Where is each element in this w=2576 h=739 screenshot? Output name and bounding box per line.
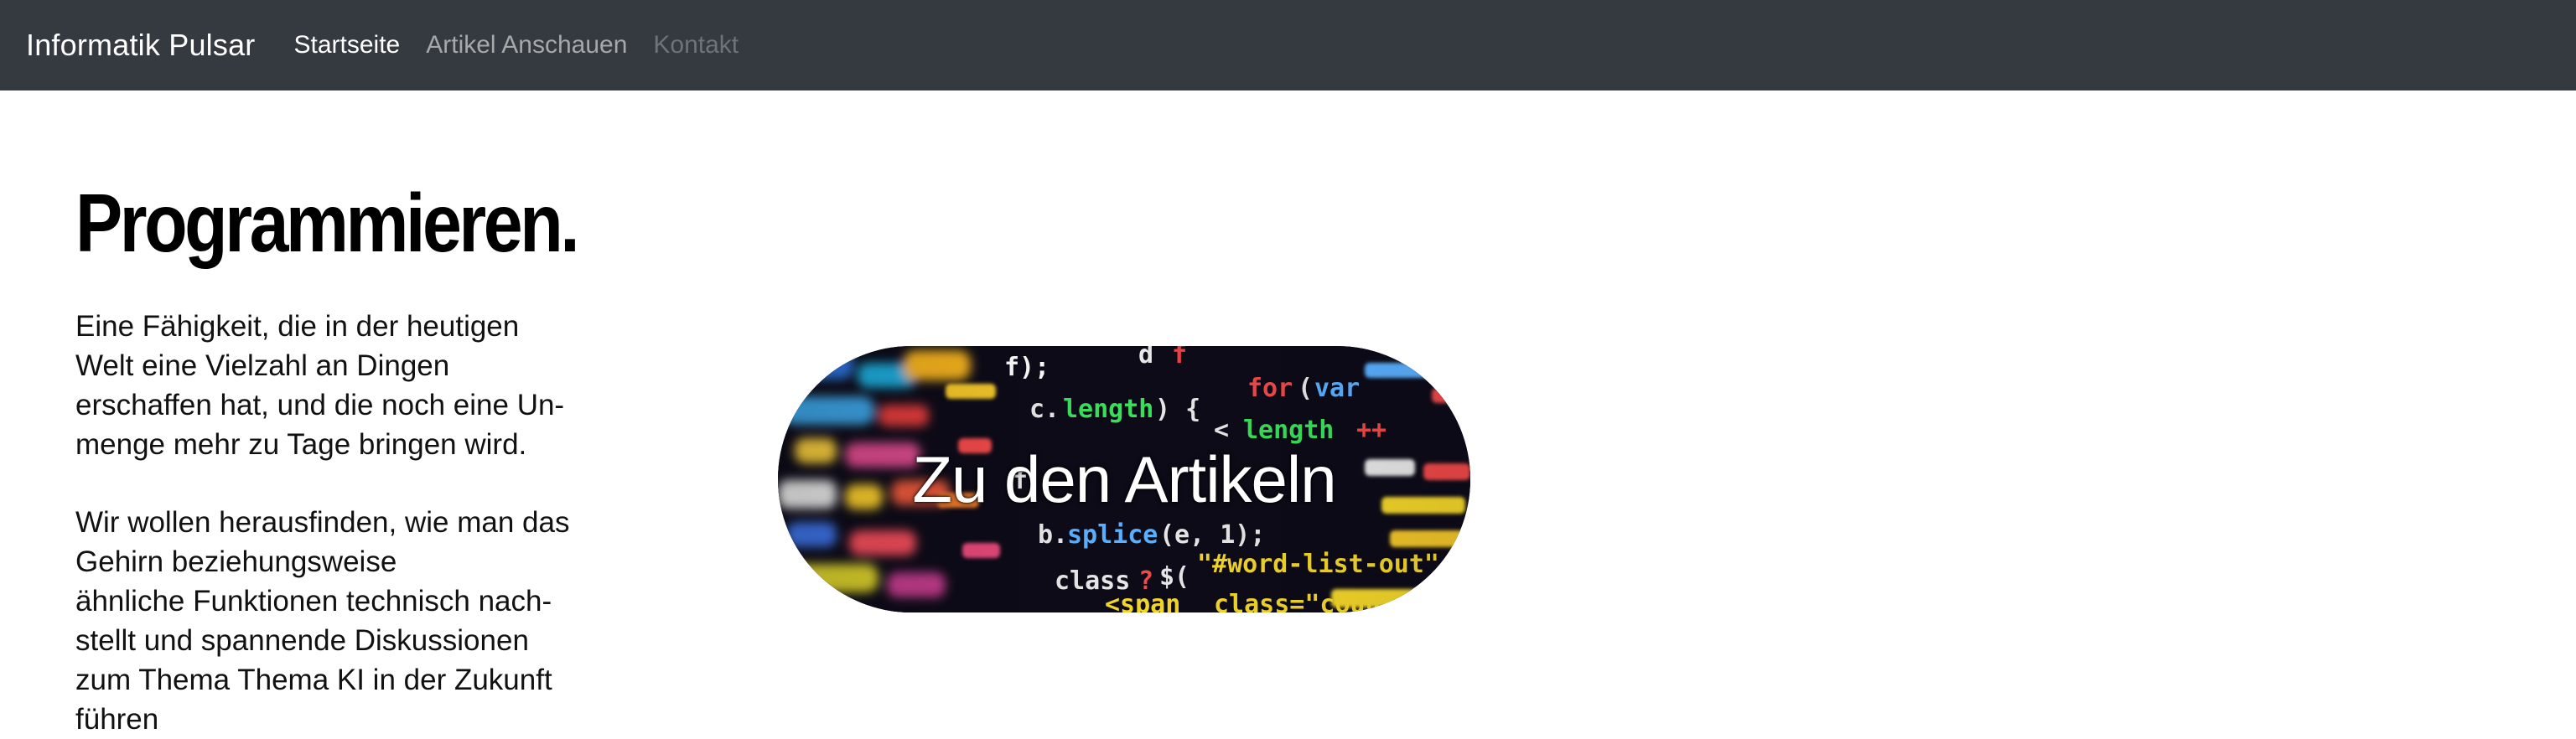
mission-line: Gehirn beziehungsweise <box>75 545 397 578</box>
intro-line: menge mehr zu Tage bringen wird. <box>75 428 527 461</box>
page-title: Programmieren. <box>75 177 580 269</box>
mission-line: führen <box>75 703 159 736</box>
mission-line: ähnliche Funktionen technisch nach- <box>75 585 552 618</box>
intro-line: Welt eine Vielzahl an Dingen <box>75 349 450 382</box>
intro-line: erschaffen hat, und die noch eine Un- <box>75 389 565 421</box>
mission-paragraph: Wir wollen herausfinden, wie man das Geh… <box>75 503 612 739</box>
intro-paragraph: Eine Fähigkeit, die in der heutigen Welt… <box>75 307 612 464</box>
nav-link-startseite[interactable]: Startseite <box>294 31 401 59</box>
mission-line: stellt und spannende Diskussionen <box>75 624 529 657</box>
intro-line: Eine Fähigkeit, die in der heutigen <box>75 310 520 343</box>
mission-line: Wir wollen herausfinden, wie man das <box>75 506 570 539</box>
nav-link-kontakt: Kontakt <box>653 31 739 59</box>
top-navbar: Informatik Pulsar Startseite Artikel Ans… <box>0 0 2576 90</box>
nav-links: Startseite Artikel Anschauen Kontakt <box>294 31 765 59</box>
brand-logo[interactable]: Informatik Pulsar <box>26 28 256 63</box>
nav-link-artikel-anschauen[interactable]: Artikel Anschauen <box>426 31 627 59</box>
hero-button-label: Zu den Artikeln <box>912 442 1336 516</box>
mission-line: zum Thema Thema KI in der Zukunft <box>75 664 552 696</box>
articles-hero-button[interactable]: f); d f for ( var c. length ) { < length… <box>778 346 1470 612</box>
